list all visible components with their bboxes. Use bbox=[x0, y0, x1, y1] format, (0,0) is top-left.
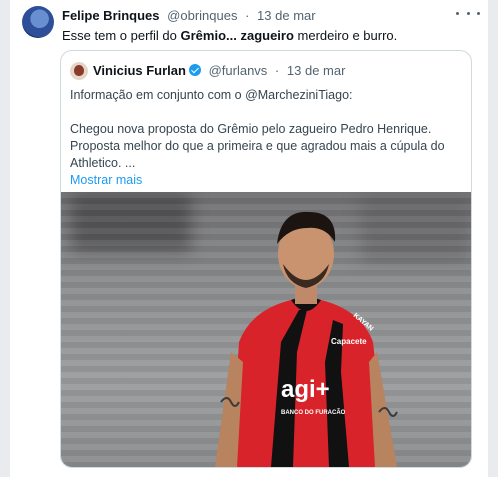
quoted-tweet[interactable]: Vinicius Furlan @furlanvs · 13 de mar In… bbox=[60, 50, 472, 468]
tweet-text: Esse tem o perfil do Grêmio... zagueiro … bbox=[62, 27, 478, 44]
author-avatar[interactable] bbox=[22, 6, 54, 38]
verified-badge-icon bbox=[188, 64, 201, 76]
quote-date[interactable]: 13 de mar bbox=[287, 63, 346, 78]
quote-header: Vinicius Furlan @furlanvs · 13 de mar bbox=[93, 63, 461, 78]
quote-separator-dot: · bbox=[274, 63, 280, 78]
jersey-sponsor-top: Capacete bbox=[331, 337, 367, 346]
jersey-sponsor-sub: BANCO DO FURACÃO bbox=[281, 409, 346, 416]
quote-line-4: Athletico. ... bbox=[70, 156, 136, 170]
quote-author-avatar[interactable] bbox=[70, 62, 88, 80]
author-name[interactable]: Felipe Brinques bbox=[62, 8, 160, 23]
separator-dot: · bbox=[245, 8, 250, 23]
jersey-sponsor-main: agi+ bbox=[281, 376, 330, 403]
tweet-date[interactable]: 13 de mar bbox=[257, 8, 316, 23]
more-dots-icon[interactable] bbox=[456, 6, 480, 20]
tweet-text-prefix: Esse tem o perfil do bbox=[62, 28, 181, 43]
player-photo: Capacete agi+ BANCO DO FURACÃO KAYAN bbox=[215, 211, 398, 467]
tweet[interactable]: Felipe Brinques @obrinques · 13 de mar E… bbox=[10, 0, 488, 477]
quote-media-image[interactable]: Capacete agi+ BANCO DO FURACÃO KAYAN bbox=[61, 192, 471, 467]
tweet-header: Felipe Brinques @obrinques · 13 de mar bbox=[62, 8, 478, 26]
quote-line-2: Chegou nova proposta do Grêmio pelo zagu… bbox=[70, 122, 432, 136]
show-more-link[interactable]: Mostrar mais bbox=[70, 172, 457, 189]
quote-author-name[interactable]: Vinicius Furlan bbox=[93, 63, 186, 78]
quote-line-1: Informação em conjunto com o @Marchezini… bbox=[70, 88, 353, 102]
author-handle[interactable]: @obrinques bbox=[167, 8, 237, 23]
tweet-text-suffix: merdeiro e burro. bbox=[293, 28, 398, 43]
tweet-text-bold: Grêmio... zagueiro bbox=[180, 28, 294, 43]
quote-text: Informação em conjunto com o @Marchezini… bbox=[70, 87, 457, 189]
quote-line-3: Proposta melhor do que a primeira e que … bbox=[70, 139, 445, 153]
quote-author-handle[interactable]: @furlanvs bbox=[209, 63, 268, 78]
